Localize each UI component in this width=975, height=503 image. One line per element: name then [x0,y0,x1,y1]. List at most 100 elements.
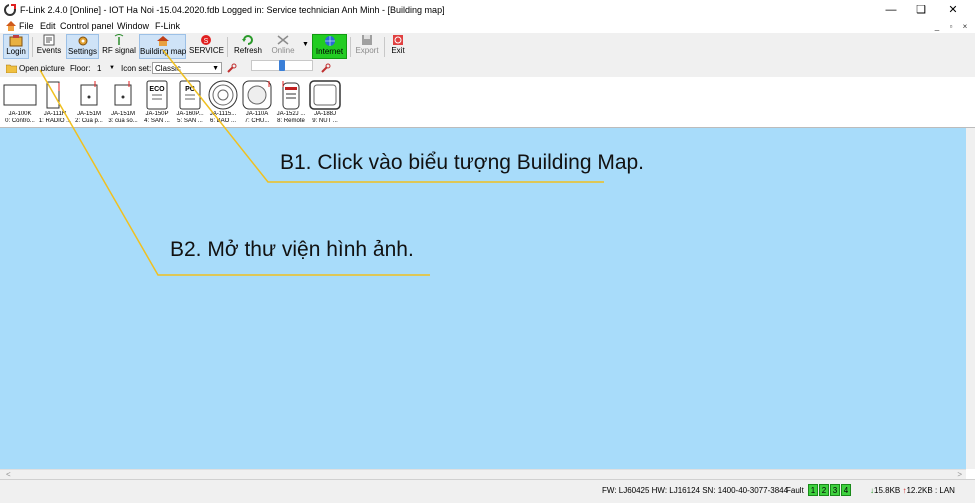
open-folder-icon[interactable] [6,63,17,73]
zoom-slider-thumb[interactable] [279,60,285,71]
disconnect-icon [277,35,289,45]
floor-selector[interactable]: 1 [97,64,101,73]
device-palette: JA-100K 0: Contro... JA-111R 1: RADIO ..… [0,77,975,128]
save-disk-icon [362,35,372,45]
refresh-button[interactable]: Refresh [231,34,265,59]
building-map-button[interactable]: Building map [139,34,186,59]
device-item[interactable]: JA-151M 2: Cua p... [72,77,106,127]
menu-file[interactable]: File [19,21,34,31]
svg-text:PC: PC [185,86,195,93]
radio-device-icon [46,81,60,109]
menu-control-panel[interactable]: Control panel [60,21,114,31]
remote-control-icon [282,81,300,110]
door-detector-icon [80,81,98,106]
zoom-wrench-icon[interactable] [320,63,331,74]
settings-icon [78,36,87,46]
upload-amount: 12.2KB : LAN [906,486,955,495]
exit-label: Exit [391,46,405,55]
building-map-canvas[interactable] [0,128,966,469]
scroll-right-icon[interactable]: > [957,470,962,479]
device-name: 8: Remote [277,118,305,124]
control-panel-device-icon [3,84,37,106]
settings-label: Settings [68,47,97,56]
restore-button[interactable]: ❑ [906,2,936,18]
minimize-button[interactable]: — [876,2,906,18]
export-button[interactable]: Export [353,34,381,59]
traffic-info: ↓15.8KB ↑12.2KB : LAN [870,486,955,495]
device-code: JA-151M [110,111,135,117]
zoom-slider[interactable] [251,60,313,71]
device-code: JA-100K [8,111,32,117]
flink-app-icon [4,4,16,16]
floor-dropdown-arrow-icon[interactable]: ▼ [109,65,115,71]
device-code: JA-110A [245,111,269,117]
iconset-select[interactable]: Classic ▼ [152,62,222,74]
online-button[interactable]: Online [268,34,298,59]
device-item[interactable]: ECO JA-150P 4: SÁN ... [140,77,174,127]
zone-4-status[interactable]: 4 [841,484,851,496]
device-item[interactable]: JA-100K 0: Contro... [3,77,37,127]
antenna-icon [114,34,124,45]
device-name: 6: BÁO ... [209,118,236,124]
iconset-value: Classic [155,64,181,73]
exit-icon [393,35,403,45]
device-code: JA-111R [43,111,67,117]
login-button[interactable]: Login [3,34,29,59]
toolbar-separator [384,37,385,57]
menu-bar: File Edit Control panel Window F-Link _ … [0,20,975,33]
device-code: JA-1115... [209,111,237,117]
zone-1-status[interactable]: 1 [808,484,818,496]
events-button[interactable]: Events [35,34,63,59]
device-item[interactable]: PC JA-160P... 5: SÁN ... [173,77,207,127]
events-icon [43,34,55,46]
device-item[interactable]: JA-188J 9: NÚT ... [308,77,342,127]
device-name: 2: Cua p... [75,118,103,124]
building-map-small-icon [6,21,16,31]
device-name: 7: CHU... [244,118,270,124]
globe-icon [324,36,335,46]
device-item[interactable]: JA-152J ... 8: Remote [274,77,308,127]
refresh-icon [242,35,253,45]
vertical-scrollbar[interactable] [966,128,975,469]
settings-button[interactable]: Settings [66,34,99,59]
wrench-icon[interactable] [226,63,237,74]
window-title: F-Link 2.4.0 [Online] - IOT Ha Noi -15.0… [20,5,445,15]
device-code: JA-160P... [176,111,204,117]
zone-2-status[interactable]: 2 [819,484,829,496]
title-bar: F-Link 2.4.0 [Online] - IOT Ha Noi -15.0… [0,0,975,20]
mdi-restore-button[interactable]: ▫ [945,21,957,32]
window-detector-icon [114,81,132,106]
scroll-left-icon[interactable]: < [6,470,11,479]
menu-window[interactable]: Window [117,21,149,31]
device-name: 9: NÚT ... [312,118,338,124]
device-item[interactable]: JA-1115... 6: BÁO ... [206,77,240,127]
service-label: SERVICE [189,46,224,55]
smoke-detector-icon [208,80,238,110]
chevron-down-icon: ▼ [212,65,219,72]
exit-button[interactable]: Exit [387,34,409,59]
events-label: Events [36,46,62,55]
panic-button-icon [309,80,341,110]
toolbar-separator [227,37,228,57]
device-item[interactable]: JA-151M 3: cua so... [106,77,140,127]
internet-button[interactable]: Internet [312,34,347,59]
device-item[interactable]: JA-111R 1: RADIO ... [38,77,72,127]
open-picture-button[interactable]: Open picture [19,64,65,73]
online-dropdown-arrow-icon[interactable]: ▼ [302,41,309,48]
service-button[interactable]: S SERVICE [189,34,224,59]
zone-3-status[interactable]: 3 [830,484,840,496]
close-button[interactable]: ✕ [938,2,968,18]
mdi-close-button[interactable]: × [959,21,971,32]
device-item[interactable]: JA-110A 7: CHU... [240,77,274,127]
status-bar: FW: LJ60425 HW: LJ16124 SN: 1400-40-3077… [0,479,975,503]
login-icon [9,35,23,47]
device-code: JA-188J [313,111,336,117]
menu-edit[interactable]: Edit [40,21,56,31]
rf-signal-button[interactable]: RF signal [102,34,136,59]
device-code: JA-150P [145,111,169,117]
mdi-minimize-button[interactable]: _ [931,21,943,32]
iconset-label: Icon set: [121,64,152,73]
online-label: Online [271,46,295,55]
menu-f-link[interactable]: F-Link [155,21,180,31]
device-name: 4: SÁN ... [144,118,170,124]
